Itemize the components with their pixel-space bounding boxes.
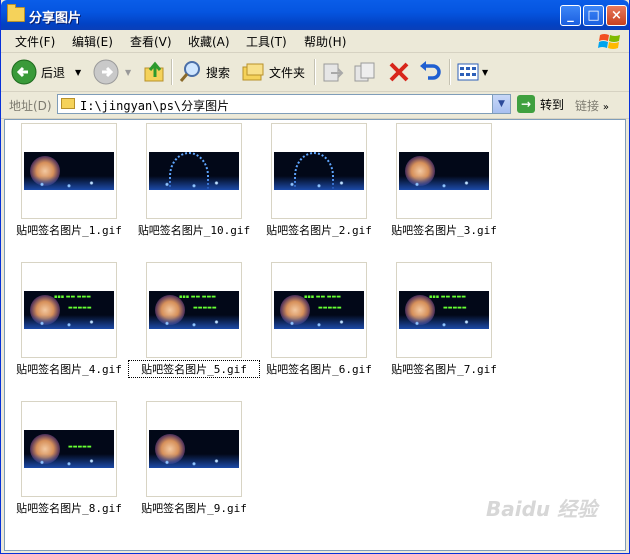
undo-button[interactable]: [418, 56, 442, 88]
forward-arrow-icon: [93, 59, 119, 85]
folders-button[interactable]: 文件夹: [241, 56, 305, 88]
back-arrow-icon: [11, 59, 37, 85]
delete-button[interactable]: [387, 56, 411, 88]
menu-bar: 文件(F) 编辑(E) 查看(V) 收藏(A) 工具(T) 帮助(H): [1, 30, 629, 53]
file-name[interactable]: 贴吧签名图片_1.gif: [4, 222, 134, 238]
thumbnail-image: ▬▬▬▬▬ ▪▪▪ ▬▬ ▬▬▬: [399, 291, 489, 329]
file-name[interactable]: 贴吧签名图片_10.gif: [129, 222, 259, 238]
menu-edit[interactable]: 编辑(E): [72, 33, 113, 50]
file-name[interactable]: 贴吧签名图片_3.gif: [379, 222, 509, 238]
address-path: I:\jingyan\ps\分享图片: [80, 99, 230, 113]
views-button[interactable]: ▼: [456, 56, 488, 88]
file-name[interactable]: 贴吧签名图片_7.gif: [379, 361, 509, 377]
window-title: 分享图片: [29, 11, 82, 26]
file-thumbnail[interactable]: [396, 123, 492, 219]
folder-icon: [7, 4, 25, 22]
toolbar: 后退 ▼ ▼ 搜索 文件夹 ▼: [1, 53, 629, 92]
views-icon: [457, 63, 479, 81]
links-label: 链接: [575, 99, 600, 113]
views-dropdown-icon[interactable]: ▼: [482, 68, 488, 77]
file-name[interactable]: 贴吧签名图片_4.gif: [4, 361, 134, 377]
search-icon: [179, 61, 200, 82]
file-thumbnail[interactable]: [21, 123, 117, 219]
search-label: 搜索: [206, 65, 231, 80]
file-thumbnail[interactable]: ▬▬▬▬▬ ▪▪▪ ▬▬ ▬▬▬: [146, 262, 242, 358]
back-dropdown-icon[interactable]: ▼: [75, 68, 81, 77]
close-button[interactable]: ×: [606, 5, 627, 26]
links-button[interactable]: 链接 »: [575, 97, 609, 114]
move-to-icon: [323, 63, 344, 82]
folders-icon: [242, 63, 264, 81]
menu-favorites[interactable]: 收藏(A): [188, 33, 230, 50]
file-list-pane[interactable]: 贴吧签名图片_1.gif 贴吧签名图片_10.gif 贴吧签名图片_2.gif 贴吧签…: [4, 119, 626, 551]
windows-logo-icon: [598, 34, 620, 49]
watermark: Baidu 经验: [486, 497, 598, 521]
file-name[interactable]: 贴吧签名图片_9.gif: [129, 500, 259, 516]
file-thumbnail[interactable]: ▬▬▬▬▬ ▪▪▪ ▬▬ ▬▬▬: [396, 262, 492, 358]
file-name[interactable]: 贴吧签名图片_6.gif: [254, 361, 384, 377]
thumbnail-image: ▬▬▬▬▬ ▪▪▪ ▬▬ ▬▬▬: [24, 291, 114, 329]
copy-to-button[interactable]: [353, 56, 377, 88]
forward-dropdown-icon[interactable]: ▼: [125, 68, 131, 77]
go-button[interactable]: → 转到: [517, 95, 564, 113]
explorer-window: 分享图片 _ □ × 文件(F) 编辑(E) 查看(V) 收藏(A) 工具(T)…: [0, 0, 630, 554]
file-name[interactable]: 贴吧签名图片_2.gif: [254, 222, 384, 238]
address-dropdown-icon[interactable]: ▼: [492, 95, 510, 113]
up-folder-button[interactable]: [143, 56, 167, 88]
thumbnail-image: [149, 430, 239, 468]
menu-file[interactable]: 文件(F): [15, 33, 55, 50]
address-folder-icon: [61, 98, 75, 109]
up-folder-icon: [144, 61, 164, 82]
file-thumbnail[interactable]: ▬▬▬▬▬: [21, 401, 117, 497]
folders-label: 文件夹: [269, 65, 306, 80]
title-bar[interactable]: 分享图片 _ □ ×: [1, 0, 629, 30]
back-button[interactable]: 后退 ▼: [11, 56, 81, 88]
go-label: 转到: [540, 97, 565, 112]
delete-icon: [389, 62, 409, 82]
search-button[interactable]: 搜索: [178, 56, 230, 88]
copy-to-icon: [354, 62, 375, 82]
file-thumbnail[interactable]: [146, 401, 242, 497]
minimize-button[interactable]: _: [560, 5, 581, 26]
forward-button[interactable]: ▼: [93, 56, 131, 88]
thumbnail-image: [24, 152, 114, 190]
thumbnail-image: [399, 152, 489, 190]
file-thumbnail[interactable]: ▬▬▬▬▬ ▪▪▪ ▬▬ ▬▬▬: [21, 262, 117, 358]
address-bar: 地址(D) I:\jingyan\ps\分享图片 ▼ → 转到 链接 »: [1, 92, 629, 119]
go-arrow-icon: →: [517, 95, 535, 113]
undo-icon: [420, 61, 441, 80]
file-name[interactable]: 贴吧签名图片_5.gif: [128, 360, 260, 378]
file-name[interactable]: 贴吧签名图片_8.gif: [4, 500, 134, 516]
thumbnail-image: ▬▬▬▬▬: [24, 430, 114, 468]
thumbnail-image: [149, 152, 239, 190]
thumbnail-image: ▬▬▬▬▬ ▪▪▪ ▬▬ ▬▬▬: [149, 291, 239, 329]
address-input[interactable]: I:\jingyan\ps\分享图片 ▼: [57, 94, 511, 114]
thumbnail-image: ▬▬▬▬▬ ▪▪▪ ▬▬ ▬▬▬: [274, 291, 364, 329]
file-thumbnail[interactable]: [271, 123, 367, 219]
address-label: 地址(D): [9, 99, 52, 113]
menu-view[interactable]: 查看(V): [130, 33, 172, 50]
back-label: 后退: [41, 65, 66, 80]
menu-help[interactable]: 帮助(H): [304, 33, 346, 50]
move-to-button[interactable]: [321, 56, 345, 88]
menu-tools[interactable]: 工具(T): [246, 33, 287, 50]
thumbnail-image: [274, 152, 364, 190]
maximize-button[interactable]: □: [583, 5, 604, 26]
file-thumbnail[interactable]: [146, 123, 242, 219]
file-thumbnail[interactable]: ▬▬▬▬▬ ▪▪▪ ▬▬ ▬▬▬: [271, 262, 367, 358]
